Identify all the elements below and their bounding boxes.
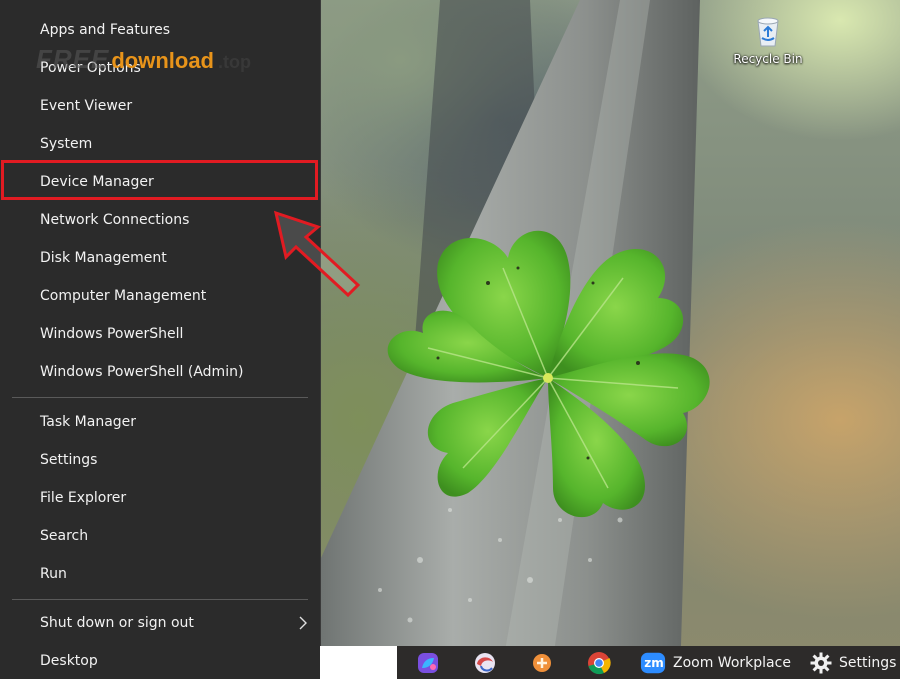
chrome-icon [588,652,611,675]
taskbar-app-copilot[interactable] [415,650,441,676]
winx-quick-link-menu: Apps and Features Power Options Event Vi… [0,0,321,679]
chevron-right-icon [299,616,307,630]
menu-item-label: Desktop [40,653,98,669]
menu-item-label: Apps and Features [40,22,171,38]
menu-item-label: File Explorer [40,490,127,506]
menu-item-device-manager[interactable]: Device Manager [0,164,320,200]
menu-item-label: Device Manager [40,174,154,190]
taskbar: zm Zoom Workplace Settings [320,646,900,679]
taskbar-app-edge[interactable] [472,650,498,676]
app-icon [533,654,551,672]
menu-item-file-explorer[interactable]: File Explorer [0,480,320,516]
clover-photo [320,0,710,679]
menu-item-search[interactable]: Search [0,518,320,554]
menu-item-label: Run [40,566,67,582]
menu-item-desktop[interactable]: Desktop [0,643,320,679]
menu-item-system[interactable]: System [0,126,320,162]
menu-item-label: Event Viewer [40,98,133,114]
menu-item-label: Shut down or sign out [40,615,194,631]
menu-item-run[interactable]: Run [0,556,320,592]
menu-item-task-manager[interactable]: Task Manager [0,404,320,440]
recycle-bin-label: Recycle Bin [733,52,803,66]
menu-item-power-options[interactable]: Power Options [0,50,320,86]
menu-item-label: Settings [40,452,98,468]
menu-item-label: System [40,136,93,152]
menu-separator [12,599,308,600]
menu-item-label: Disk Management [40,250,167,266]
desktop-wallpaper [320,0,900,679]
copilot-icon [418,653,438,673]
recycle-bin-shortcut[interactable]: Recycle Bin [728,14,808,66]
recycle-bin-icon [757,17,779,47]
gear-icon [810,652,832,674]
menu-item-apps-and-features[interactable]: Apps and Features [0,12,320,48]
annotation-arrow-icon [273,210,361,298]
menu-item-label: Task Manager [40,414,137,430]
settings-label[interactable]: Settings [839,646,896,679]
menu-item-label: Search [40,528,89,544]
menu-item-label: Network Connections [40,212,190,228]
menu-item-shut-down-or-sign-out[interactable]: Shut down or sign out [0,605,320,641]
taskbar-app-settings[interactable] [808,650,834,676]
taskbar-app-zoom[interactable]: zm [640,650,666,676]
menu-item-label: Windows PowerShell [40,326,184,342]
taskbar-app-orange[interactable] [529,650,555,676]
menu-item-label: Windows PowerShell (Admin) [40,364,244,380]
browser-app-icon [475,653,495,673]
menu-item-event-viewer[interactable]: Event Viewer [0,88,320,124]
taskbar-search-box[interactable] [320,646,397,679]
menu-item-label: Power Options [40,60,141,76]
menu-separator [12,397,308,398]
zoom-workplace-label[interactable]: Zoom Workplace [673,646,791,679]
menu-item-label: Computer Management [40,288,207,304]
taskbar-app-chrome[interactable] [586,650,612,676]
menu-item-windows-powershell[interactable]: Windows PowerShell [0,316,320,352]
menu-item-settings[interactable]: Settings [0,442,320,478]
zoom-badge-text: zm [644,656,664,670]
menu-item-windows-powershell-admin[interactable]: Windows PowerShell (Admin) [0,354,320,390]
